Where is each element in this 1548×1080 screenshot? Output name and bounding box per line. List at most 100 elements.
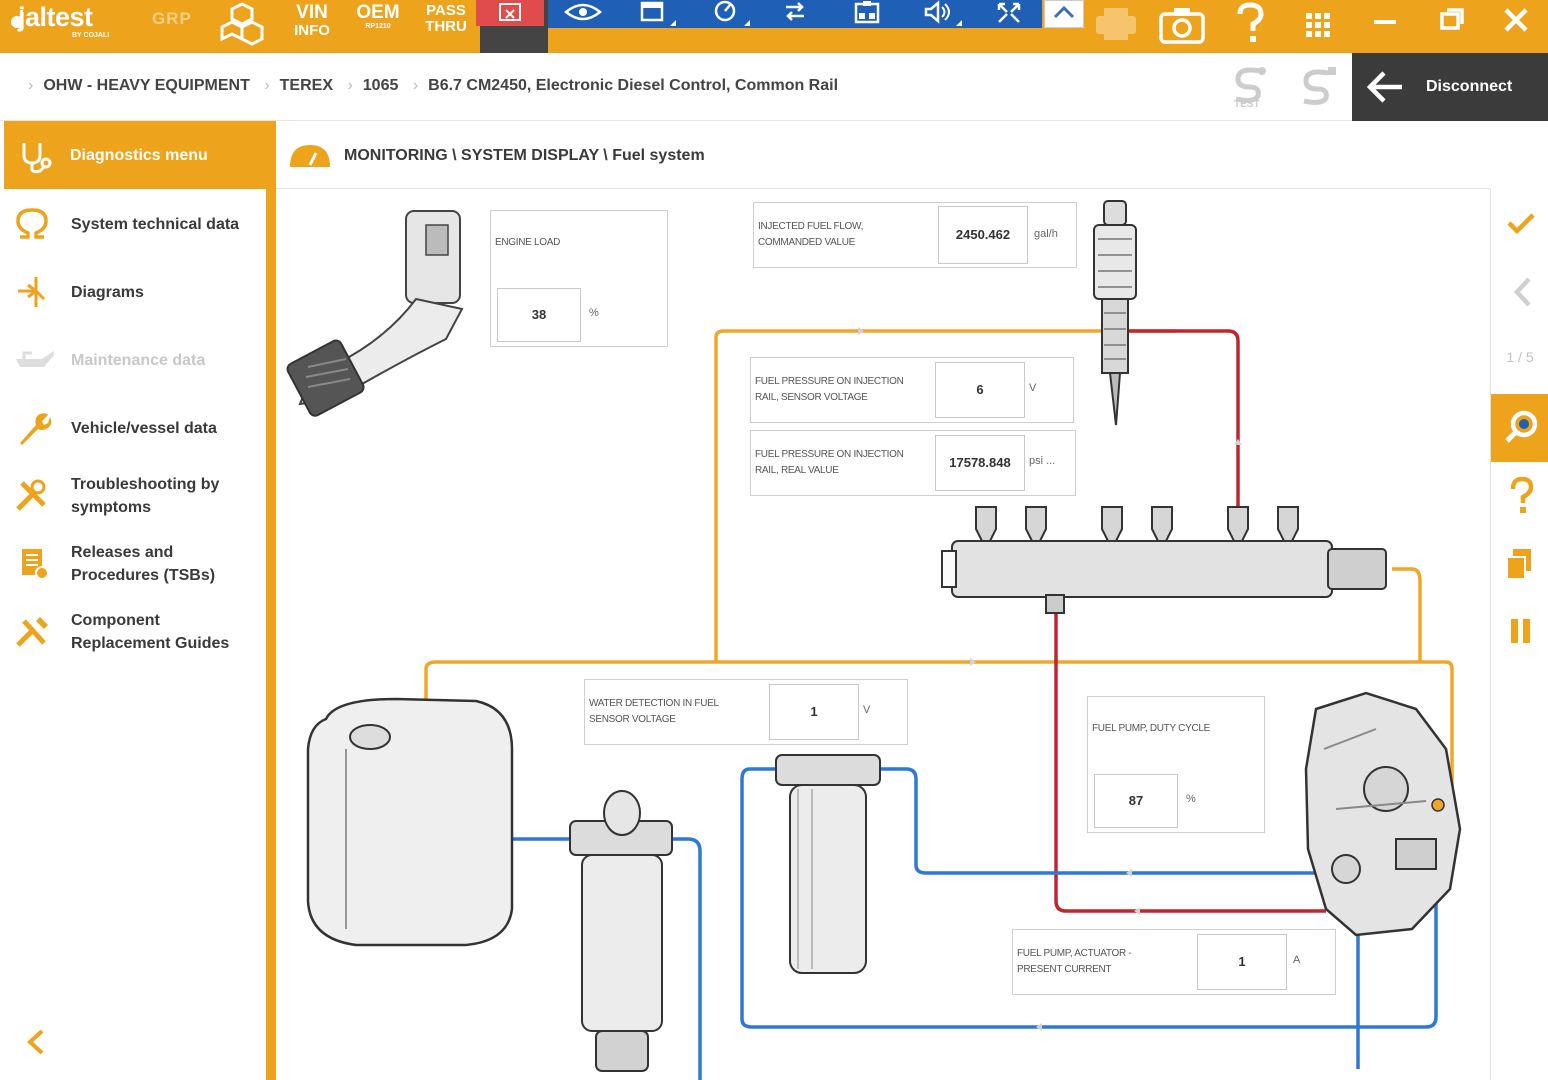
jaltest-logo[interactable]: jaltest BY COJALI xyxy=(10,2,140,48)
water-detection-value: 1 xyxy=(769,684,859,740)
help-icon xyxy=(1237,2,1264,42)
injected-fuel-flow-label-line2: COMMANDED VALUE xyxy=(758,237,855,248)
sidebar: Diagnostics menu System technical data D… xyxy=(0,121,276,1080)
sidebar-item-label: Diagrams xyxy=(71,284,144,301)
breadcrumb-item-category[interactable]: OHW - HEAVY EQUIPMENT xyxy=(43,77,250,94)
sidebar-item-diagnostics-menu[interactable]: Diagnostics menu xyxy=(4,121,266,189)
sidebar-item-label-line1: Component xyxy=(71,612,160,629)
content-header: MONITORING \ SYSTEM DISPLAY \ Fuel syste… xyxy=(276,121,1490,189)
view-button[interactable] xyxy=(558,0,608,28)
pump-actuator-current-value: 1 xyxy=(1197,934,1287,990)
boxes-button[interactable] xyxy=(218,0,266,50)
grp-button[interactable]: GRP xyxy=(152,9,192,29)
gauge-button[interactable] xyxy=(700,0,750,28)
oem-button[interactable]: OEM RP1210 xyxy=(352,0,404,50)
disconnect-label: Disconnect xyxy=(1426,78,1513,95)
calculator-button[interactable] xyxy=(842,0,892,28)
sidebar-item-label-line1: Troubleshooting by xyxy=(71,476,220,493)
rail-sensor-voltage-unit: V xyxy=(1029,382,1037,394)
pause-icon xyxy=(1511,619,1530,643)
fullscreen-button[interactable] xyxy=(984,0,1034,28)
pass-thru-button[interactable]: PASS THRU xyxy=(418,0,474,50)
search-button[interactable] xyxy=(1491,394,1548,462)
common-rail-image xyxy=(941,506,1387,614)
sidebar-item-label-line2: Procedures (TSBs) xyxy=(71,567,216,584)
vin-label: VIN xyxy=(296,2,328,23)
sidebar-item-label: Vehicle/vessel data xyxy=(71,420,217,437)
pause-button[interactable] xyxy=(1491,601,1548,665)
rail-real-value-panel: FUEL PRESSURE ON INJECTION RAIL, REAL VA… xyxy=(750,430,1076,496)
sidebar-item-diagrams[interactable]: Diagrams xyxy=(0,257,266,325)
right-panel: 1 / 5 xyxy=(1490,189,1548,1080)
engine-load-value: 38 xyxy=(497,288,581,342)
breadcrumb-item-system[interactable]: B6.7 CM2450, Electronic Diesel Control, … xyxy=(428,77,838,94)
minimize-icon xyxy=(1374,20,1396,24)
confirm-button[interactable] xyxy=(1491,193,1548,257)
close-button[interactable] xyxy=(1484,0,1548,53)
injected-fuel-flow-panel: INJECTED FUEL FLOW, COMMANDED VALUE 2450… xyxy=(753,202,1077,268)
sidebar-item-component-replacement[interactable]: Component Replacement Guides xyxy=(0,597,266,665)
eye-icon xyxy=(564,3,602,21)
apps-button[interactable] xyxy=(1296,2,1340,48)
restore-icon xyxy=(1440,8,1464,30)
print-button[interactable] xyxy=(1092,2,1140,48)
sidebar-item-label-line2: Replacement Guides xyxy=(71,635,230,652)
help-button[interactable] xyxy=(1230,2,1270,48)
close-icon xyxy=(1504,8,1528,32)
sidebar-item-vehicle-vessel-data[interactable]: Vehicle/vessel data xyxy=(0,393,266,461)
transfer-button[interactable] xyxy=(770,0,820,28)
breadcrumb-item-model[interactable]: 1065 xyxy=(363,77,399,94)
disconnect-button[interactable]: Disconnect xyxy=(1352,53,1548,121)
water-detection-label-line1: WATER DETECTION IN FUEL xyxy=(589,698,719,709)
breadcrumb-bar: › OHW - HEAVY EQUIPMENT › TEREX › 1065 › B6.… xyxy=(0,53,1548,121)
previous-page-button[interactable] xyxy=(1491,261,1548,325)
sidebar-item-maintenance-data: Maintenance data xyxy=(0,325,266,393)
help-button[interactable] xyxy=(1491,465,1548,529)
collapse-toolbar-button[interactable] xyxy=(1044,0,1084,28)
sidebar-item-troubleshooting[interactable]: Troubleshooting by symptoms xyxy=(0,461,266,529)
apps-grid-icon xyxy=(1306,13,1330,37)
chevron-left-icon xyxy=(1513,277,1531,307)
close-screen-button[interactable] xyxy=(476,0,544,26)
sidebar-item-label: Maintenance data xyxy=(71,352,206,369)
help-icon xyxy=(1510,476,1534,513)
vin-info-button[interactable]: VIN INFO xyxy=(284,0,340,50)
service-icon xyxy=(1303,67,1336,105)
expand-icon xyxy=(997,2,1021,23)
engine-load-label: ENGINE LOAD xyxy=(495,237,561,248)
search-icon xyxy=(1505,410,1538,443)
water-detection-label-line2: SENSOR VOLTAGE xyxy=(589,714,676,725)
window-button[interactable] xyxy=(628,0,678,28)
minimize-button[interactable] xyxy=(1352,0,1418,53)
restore-button[interactable] xyxy=(1418,0,1484,53)
gauge-icon xyxy=(714,0,750,26)
rp1210-label: RP1210 xyxy=(365,23,391,30)
oem-label: OEM xyxy=(356,2,400,23)
fuel-pump-image xyxy=(1304,691,1462,937)
chevron-up-icon xyxy=(1053,5,1075,19)
replace-tools-icon xyxy=(16,617,48,647)
transfer-icon xyxy=(786,2,804,21)
fuel-filter-image xyxy=(775,754,881,974)
sidebar-item-system-technical-data[interactable]: System technical data xyxy=(0,189,266,257)
stethoscope-icon xyxy=(22,143,52,174)
camera-icon xyxy=(1159,8,1205,44)
breadcrumb-item-brand[interactable]: TEREX xyxy=(280,77,333,94)
copy-icon xyxy=(1506,549,1531,580)
logo-subtext: BY COJALI xyxy=(72,32,110,39)
window-controls xyxy=(1352,0,1548,53)
collapse-sidebar-button[interactable] xyxy=(22,1027,52,1057)
gauge-icon xyxy=(290,145,330,167)
copy-button[interactable] xyxy=(1491,533,1548,597)
wrench-icon xyxy=(20,413,52,445)
service-button[interactable] xyxy=(1294,63,1340,111)
check-icon xyxy=(1507,213,1535,235)
sound-button[interactable] xyxy=(912,0,962,28)
sidebar-item-label: Diagnostics menu xyxy=(70,147,208,164)
screenshot-button[interactable] xyxy=(1158,2,1206,48)
test-button[interactable]: TEST xyxy=(1226,63,1272,111)
water-detection-unit: V xyxy=(863,704,871,716)
rail-sensor-voltage-label-line2: RAIL, SENSOR VOLTAGE xyxy=(755,392,868,403)
sidebar-item-releases-procedures[interactable]: Releases and Procedures (TSBs) xyxy=(0,529,266,597)
pass-label: PASS xyxy=(426,2,466,19)
